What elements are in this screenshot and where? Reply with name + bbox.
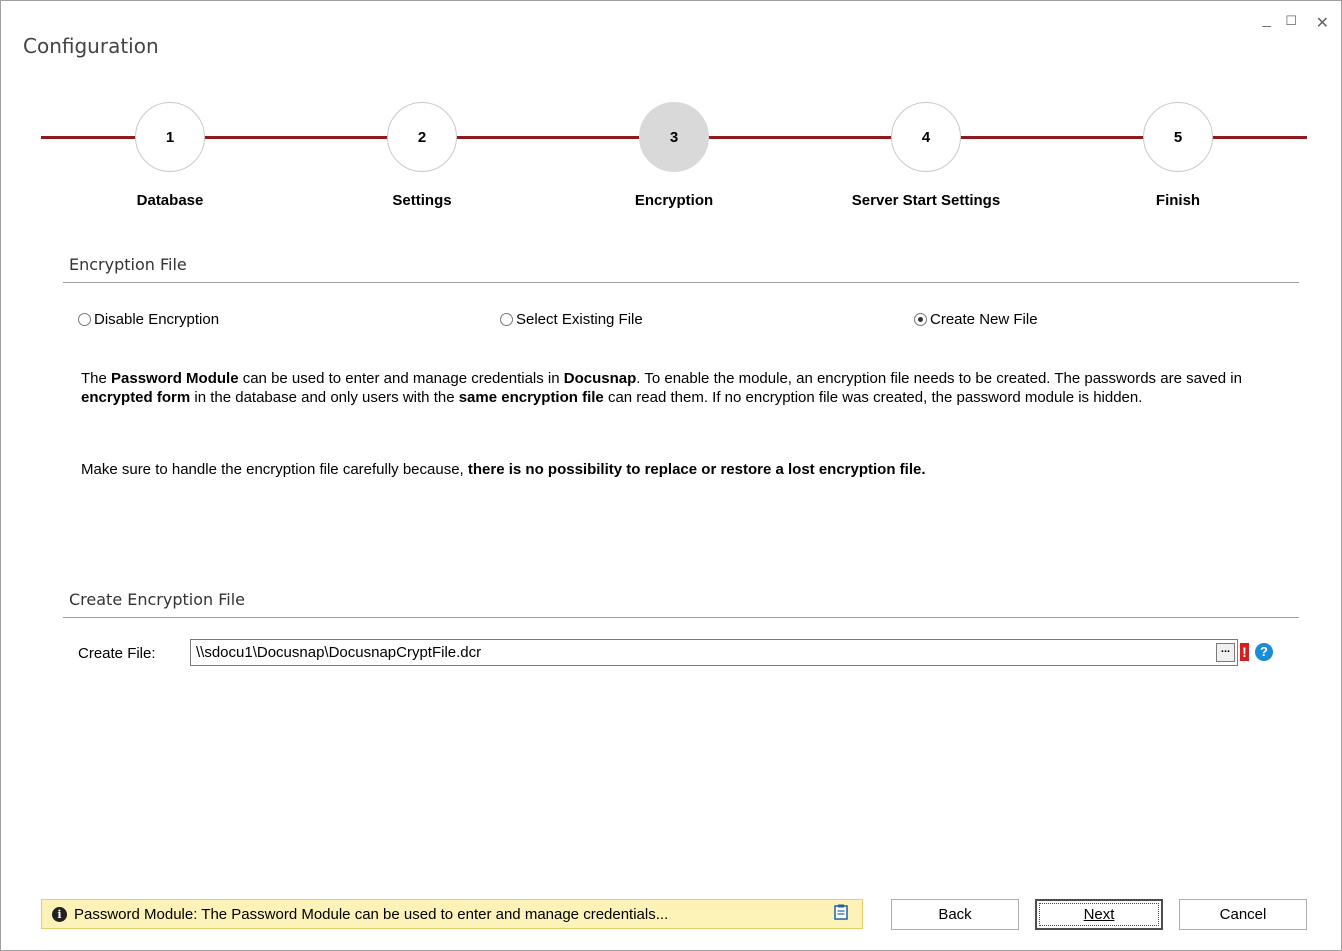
browse-button[interactable]: ... bbox=[1216, 643, 1235, 662]
back-button[interactable]: Back bbox=[891, 899, 1019, 930]
create-encryption-file-title: Create Encryption File bbox=[69, 590, 246, 609]
status-message-bar: i Password Module: The Password Module c… bbox=[41, 899, 863, 929]
create-file-path-input[interactable] bbox=[190, 639, 1238, 666]
error-icon: ! bbox=[1240, 643, 1249, 661]
step-3-circle[interactable]: 3 bbox=[639, 102, 709, 172]
window-title: Configuration bbox=[23, 34, 159, 58]
configuration-window: Configuration _ ☐ ✕ 1 Database 2 Settings 3 E… bbox=[0, 0, 1342, 951]
step-3-label: Encryption bbox=[634, 192, 714, 209]
step-2-circle[interactable]: 2 bbox=[387, 102, 457, 172]
step-4-label: Server Start Settings bbox=[851, 192, 1001, 209]
text-segment: can be used to enter and manage credenti… bbox=[238, 370, 564, 387]
section-divider bbox=[63, 617, 1299, 618]
radio-button-checked-icon bbox=[914, 313, 927, 326]
text-segment: Password Module bbox=[111, 370, 239, 387]
radio-label: Select Existing File bbox=[516, 311, 643, 328]
status-message: Password Module: The Password Module can… bbox=[74, 905, 669, 923]
section-divider bbox=[63, 282, 1299, 283]
warning-paragraph: Make sure to handle the encryption file … bbox=[81, 460, 1291, 479]
radio-button-icon bbox=[78, 313, 91, 326]
step-1-circle[interactable]: 1 bbox=[135, 102, 205, 172]
step-5-label: Finish bbox=[1155, 192, 1201, 209]
text-segment: there is no possibility to replace or re… bbox=[467, 461, 926, 478]
step-2-label: Settings bbox=[392, 192, 452, 209]
text-segment: . To enable the module, an encryption fi… bbox=[636, 370, 1242, 387]
text-segment: Make sure to handle the encryption file … bbox=[81, 461, 468, 478]
next-button[interactable]: Next bbox=[1035, 899, 1163, 930]
info-icon: i bbox=[52, 906, 67, 922]
step-4-circle[interactable]: 4 bbox=[891, 102, 961, 172]
radio-disable-encryption[interactable]: Disable Encryption bbox=[78, 311, 219, 328]
close-button[interactable]: ✕ bbox=[1316, 13, 1329, 33]
create-file-label: Create File: bbox=[78, 645, 156, 662]
cancel-button[interactable]: Cancel bbox=[1179, 899, 1307, 930]
step-1-label: Database bbox=[136, 192, 204, 209]
text-segment: can read them. If no encryption file was… bbox=[603, 389, 1143, 406]
radio-select-existing-file[interactable]: Select Existing File bbox=[500, 311, 643, 328]
text-segment: in the database and only users with the bbox=[190, 389, 459, 406]
minimize-button[interactable]: _ bbox=[1263, 11, 1271, 28]
radio-button-icon bbox=[500, 313, 513, 326]
step-5-circle[interactable]: 5 bbox=[1143, 102, 1213, 172]
next-button-label: Next bbox=[1083, 906, 1115, 923]
text-segment: encrypted form bbox=[81, 389, 191, 406]
radio-label: Create New File bbox=[930, 311, 1038, 328]
description-paragraph: The Password Module can be used to enter… bbox=[81, 369, 1291, 407]
text-segment: Docusnap bbox=[563, 370, 637, 387]
radio-label: Disable Encryption bbox=[94, 311, 220, 328]
help-icon[interactable]: ? bbox=[1255, 643, 1273, 661]
text-segment: same encryption file bbox=[458, 389, 604, 406]
clipboard-icon[interactable] bbox=[834, 904, 848, 924]
maximize-button[interactable]: ☐ bbox=[1285, 13, 1297, 29]
text-segment: The bbox=[81, 370, 112, 387]
radio-create-new-file[interactable]: Create New File bbox=[914, 311, 1038, 328]
encryption-file-title: Encryption File bbox=[69, 255, 187, 274]
